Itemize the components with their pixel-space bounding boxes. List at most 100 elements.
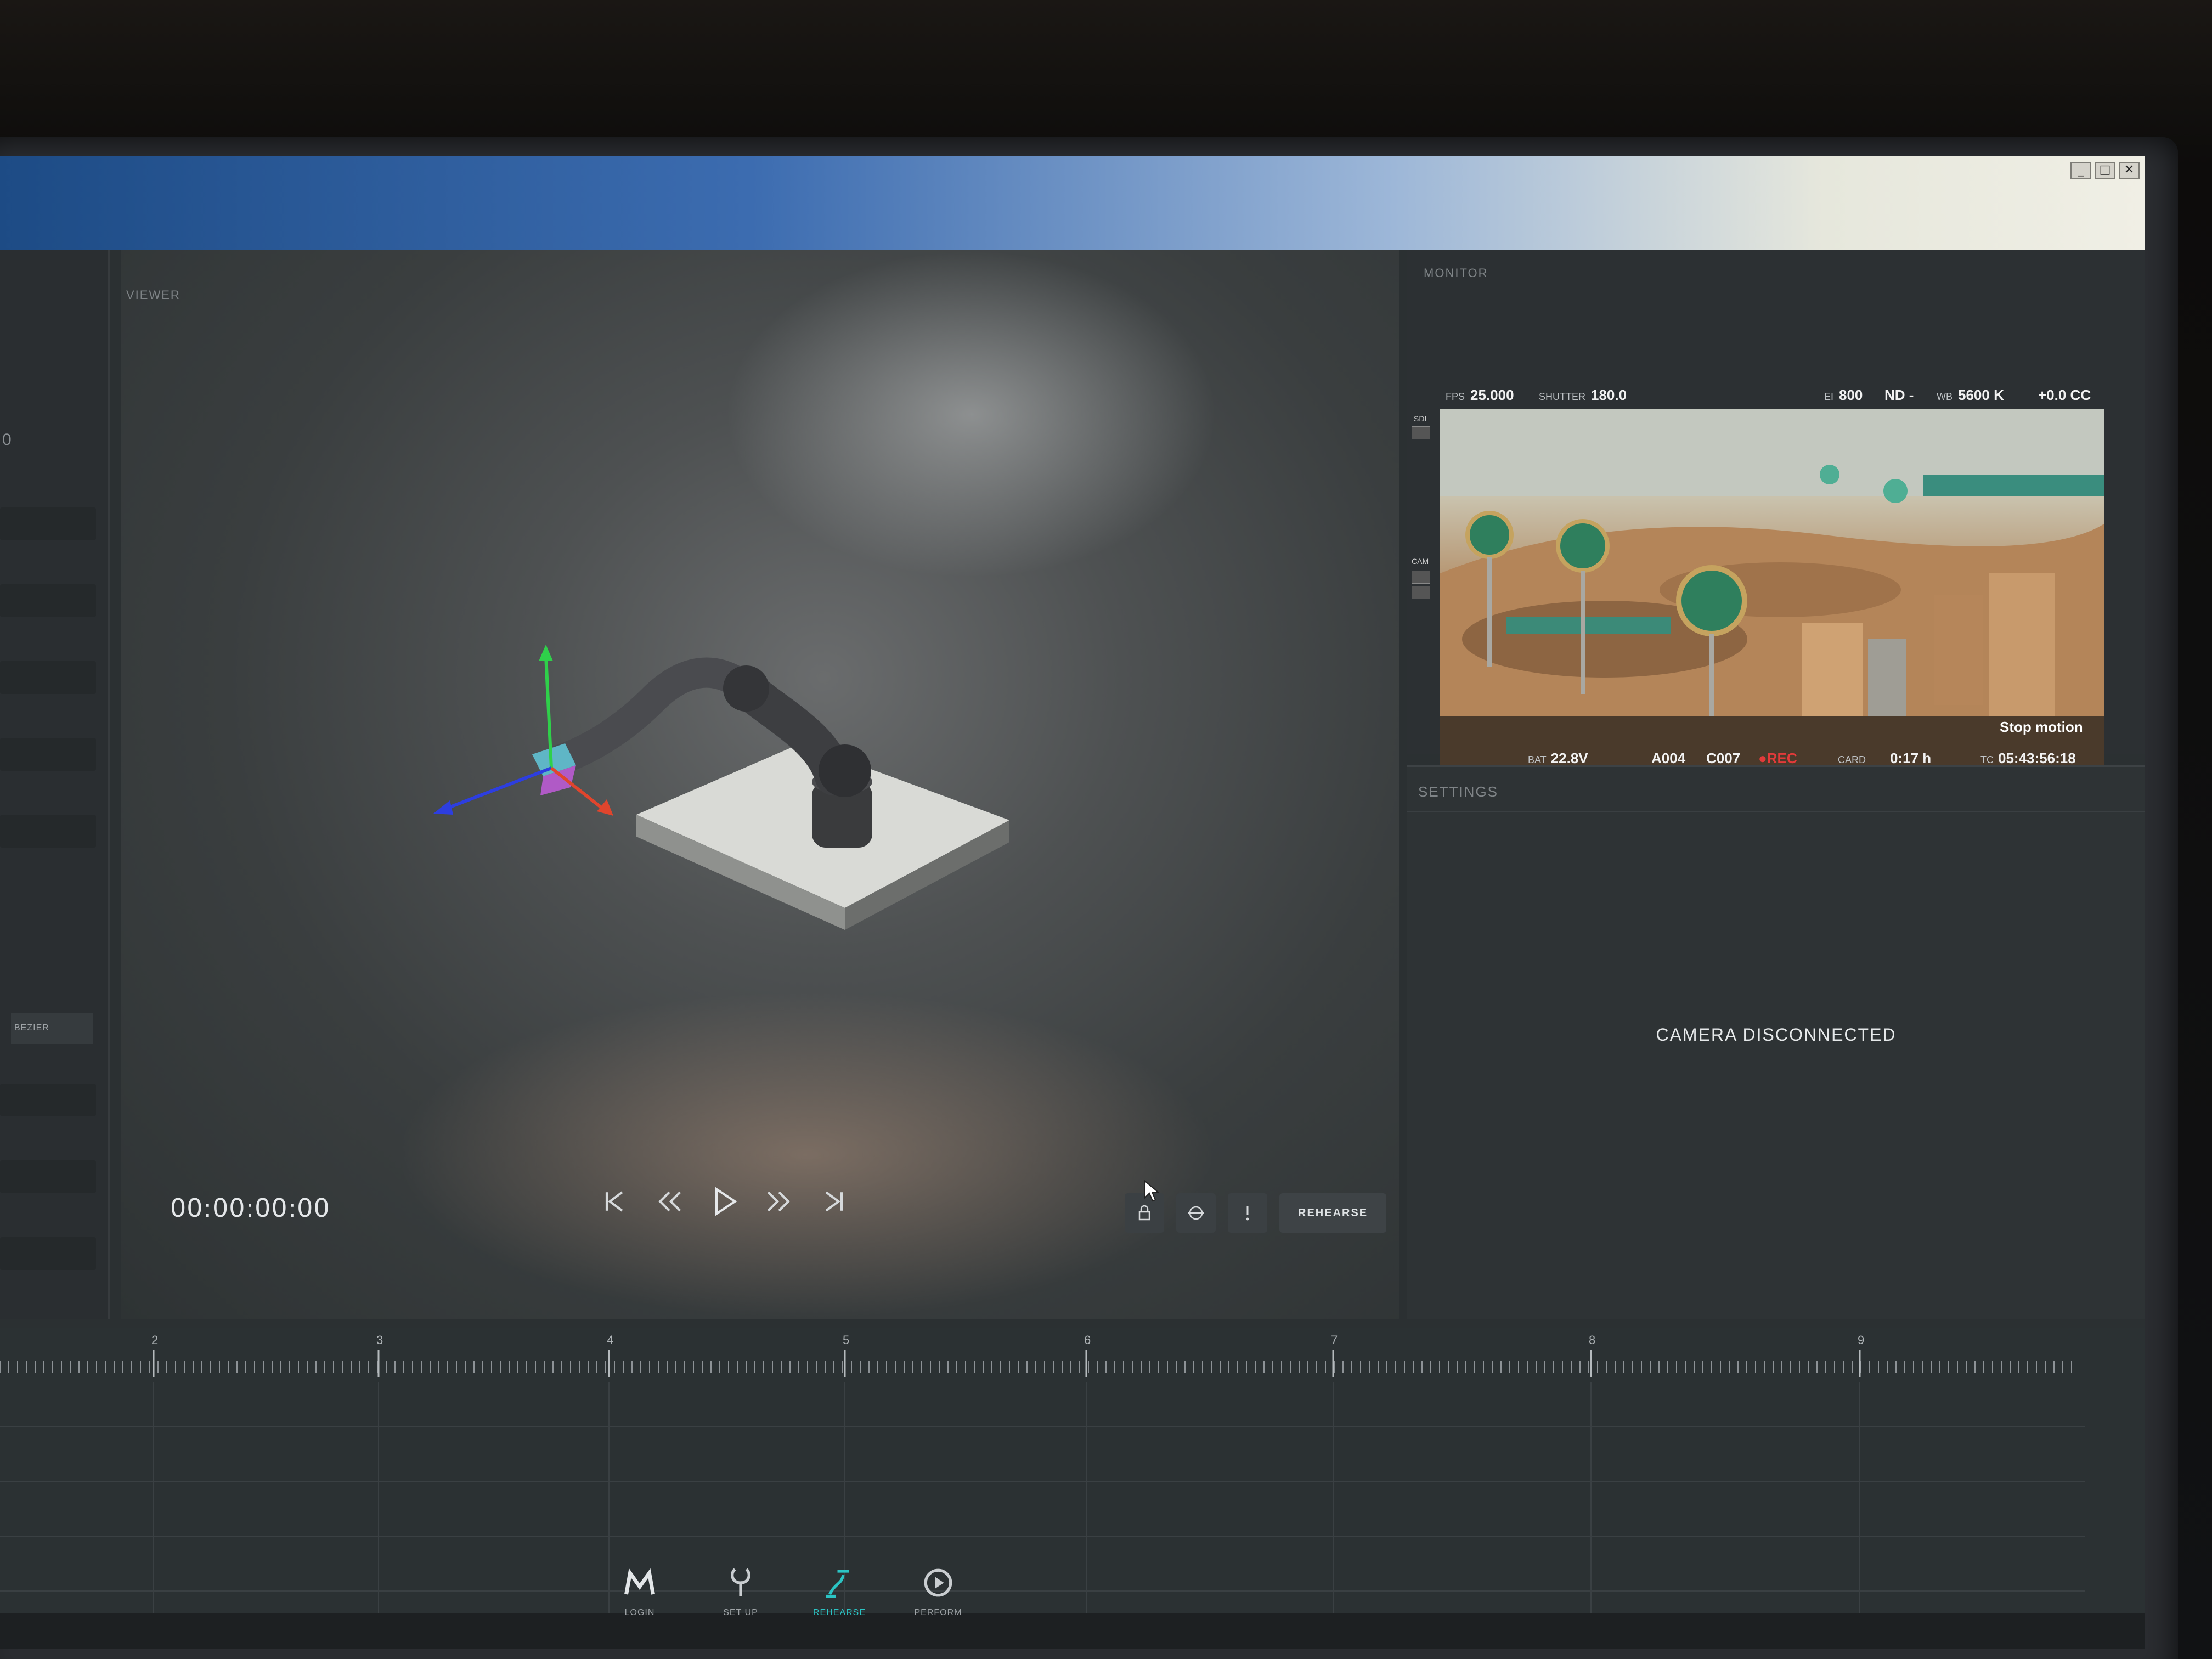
clip-a-readout: A004 <box>1651 750 1686 766</box>
battery-readout: BAT 22.8V <box>1528 750 1588 767</box>
timeline[interactable]: 2 3 4 5 6 7 8 9 <box>0 1328 2145 1613</box>
monitor-panel: MONITOR FPS 25.000 SHUTTER 180.0 EI 800 ND … <box>1407 250 2145 766</box>
sidebar-row[interactable] <box>0 815 96 848</box>
ruler-tick-label: 2 <box>151 1333 158 1347</box>
fps-readout: FPS 25.000 <box>1446 387 1514 404</box>
nav-label: LOGIN <box>624 1608 655 1617</box>
card-label: CARD <box>1838 754 1866 765</box>
ei-readout: EI 800 <box>1824 387 1863 404</box>
ei-label: EI <box>1824 391 1834 402</box>
sidebar-row[interactable] <box>0 1237 96 1270</box>
fps-value: 25.000 <box>1470 387 1514 403</box>
skip-end-icon <box>825 1191 843 1212</box>
lock-icon <box>1138 1205 1150 1221</box>
ei-value: 800 <box>1839 387 1863 403</box>
wb-readout: WB 5600 K <box>1937 387 2004 404</box>
viewer-header: VIEWER <box>126 288 180 302</box>
monitor-header: MONITOR <box>1424 266 1488 280</box>
rec-indicator: ●REC <box>1758 750 1797 766</box>
clip-c-readout: C007 <box>1706 750 1741 766</box>
screen-reflection <box>395 990 1218 1319</box>
rehearse-button[interactable]: REHEARSE <box>1279 1193 1387 1233</box>
skip-start-icon <box>605 1191 623 1212</box>
nd-readout: ND - <box>1884 387 1914 403</box>
ruler-tick-label: 5 <box>843 1333 849 1347</box>
bottom-navigation: LOGIN SET UP REHEARSE PERFORM <box>0 1568 2145 1649</box>
skip-to-start-button[interactable] <box>598 1182 631 1221</box>
ruler-tick-label: 4 <box>607 1333 613 1347</box>
ruler-tick-label: 8 <box>1589 1333 1595 1347</box>
maximize-button[interactable]: □ <box>2095 162 2115 179</box>
target-icon <box>1188 1206 1204 1220</box>
divider <box>1407 811 2145 812</box>
sidebar-row[interactable] <box>0 738 96 771</box>
miniature-city-scene <box>1440 409 2104 765</box>
ruler-tick-label: 3 <box>376 1333 383 1347</box>
nav-label: REHEARSE <box>812 1608 866 1617</box>
shutter-readout: SHUTTER 180.0 <box>1539 387 1627 404</box>
ruler-tick-label: 7 <box>1331 1333 1338 1347</box>
shutter-value: 180.0 <box>1591 387 1627 403</box>
sidebar-row[interactable] <box>0 584 96 617</box>
target-button[interactable] <box>1176 1193 1216 1233</box>
timeline-ruler[interactable]: 2 3 4 5 6 7 8 9 <box>0 1328 2085 1377</box>
nav-perform[interactable]: PERFORM <box>894 1564 982 1618</box>
play-button[interactable] <box>708 1182 741 1221</box>
nav-login[interactable]: LOGIN <box>596 1564 684 1618</box>
tc-label: TC <box>1980 754 1994 765</box>
exclamation-icon <box>1246 1206 1249 1221</box>
ruler-tick-label: 6 <box>1084 1333 1091 1347</box>
window-titlebar: _ □ ✕ <box>0 156 2145 250</box>
nav-label: SET UP <box>723 1608 758 1617</box>
cam-tag: CAM <box>1412 557 1429 566</box>
ruler-tick-label: 9 <box>1858 1333 1864 1347</box>
sdi-tag: SDI <box>1414 414 1427 423</box>
bezier-label[interactable]: BEZIER <box>11 1013 93 1044</box>
rewind-icon <box>658 1191 681 1212</box>
m-logo-icon <box>624 1568 655 1595</box>
cc-readout: +0.0 CC <box>2038 387 2091 403</box>
fast-forward-icon <box>767 1191 790 1212</box>
viewer-tools: REHEARSE <box>1125 1193 1387 1233</box>
app-area: 0 BEZIER VIEWER 00:00:00:00 REHEARSE MON… <box>0 250 2145 1649</box>
info-button[interactable] <box>1228 1193 1267 1233</box>
camera-feed <box>1440 409 2104 765</box>
camera-status: CAMERA DISCONNECTED <box>1656 1025 1897 1045</box>
shutter-label: SHUTTER <box>1539 391 1585 402</box>
play-circle-icon <box>924 1568 952 1597</box>
nav-label: PERFORM <box>914 1608 962 1617</box>
sidebar-value: 0 <box>2 431 12 449</box>
rewind-button[interactable] <box>653 1182 686 1221</box>
skip-to-end-button[interactable] <box>817 1182 850 1221</box>
nav-setup[interactable]: SET UP <box>697 1564 785 1618</box>
nav-rehearse[interactable]: REHEARSE <box>795 1564 883 1618</box>
timecode-display: 00:00:00:00 <box>170 1193 330 1223</box>
stop-motion-label: Stop motion <box>2000 719 2083 735</box>
fps-label: FPS <box>1446 391 1465 402</box>
settings-panel: SETTINGS CAMERA DISCONNECTED <box>1407 765 2145 1319</box>
sidebar-row[interactable] <box>0 507 96 540</box>
wb-value: 5600 K <box>1958 387 2004 403</box>
sidebar-row[interactable] <box>0 1160 96 1193</box>
card-readout: CARD <box>1838 750 1870 767</box>
viewer-panel[interactable]: VIEWER 00:00:00:00 REHEARSE <box>121 250 1399 1319</box>
card-time: 0:17 h <box>1890 750 1932 766</box>
status-box <box>1412 586 1430 599</box>
close-button[interactable]: ✕ <box>2119 162 2140 179</box>
minimize-button[interactable]: _ <box>2070 162 2091 179</box>
robot-arm-3d-view[interactable] <box>395 579 1053 963</box>
screen-glare <box>724 250 1218 579</box>
fast-forward-button[interactable] <box>763 1182 795 1221</box>
bat-label: BAT <box>1528 754 1547 765</box>
window-controls: _ □ ✕ <box>2070 162 2140 179</box>
settings-header: SETTINGS <box>1418 783 1499 800</box>
timeline-grid[interactable] <box>0 1383 2085 1613</box>
play-icon <box>715 1187 737 1216</box>
tc-readout: TC 05:43:56:18 <box>1980 750 2076 767</box>
sidebar-row[interactable] <box>0 661 96 694</box>
sidebar-row[interactable] <box>0 1084 96 1116</box>
path-icon <box>826 1570 849 1598</box>
left-sidebar: 0 BEZIER <box>0 250 110 1319</box>
status-box <box>1412 426 1430 439</box>
bat-value: 22.8V <box>1550 750 1588 766</box>
